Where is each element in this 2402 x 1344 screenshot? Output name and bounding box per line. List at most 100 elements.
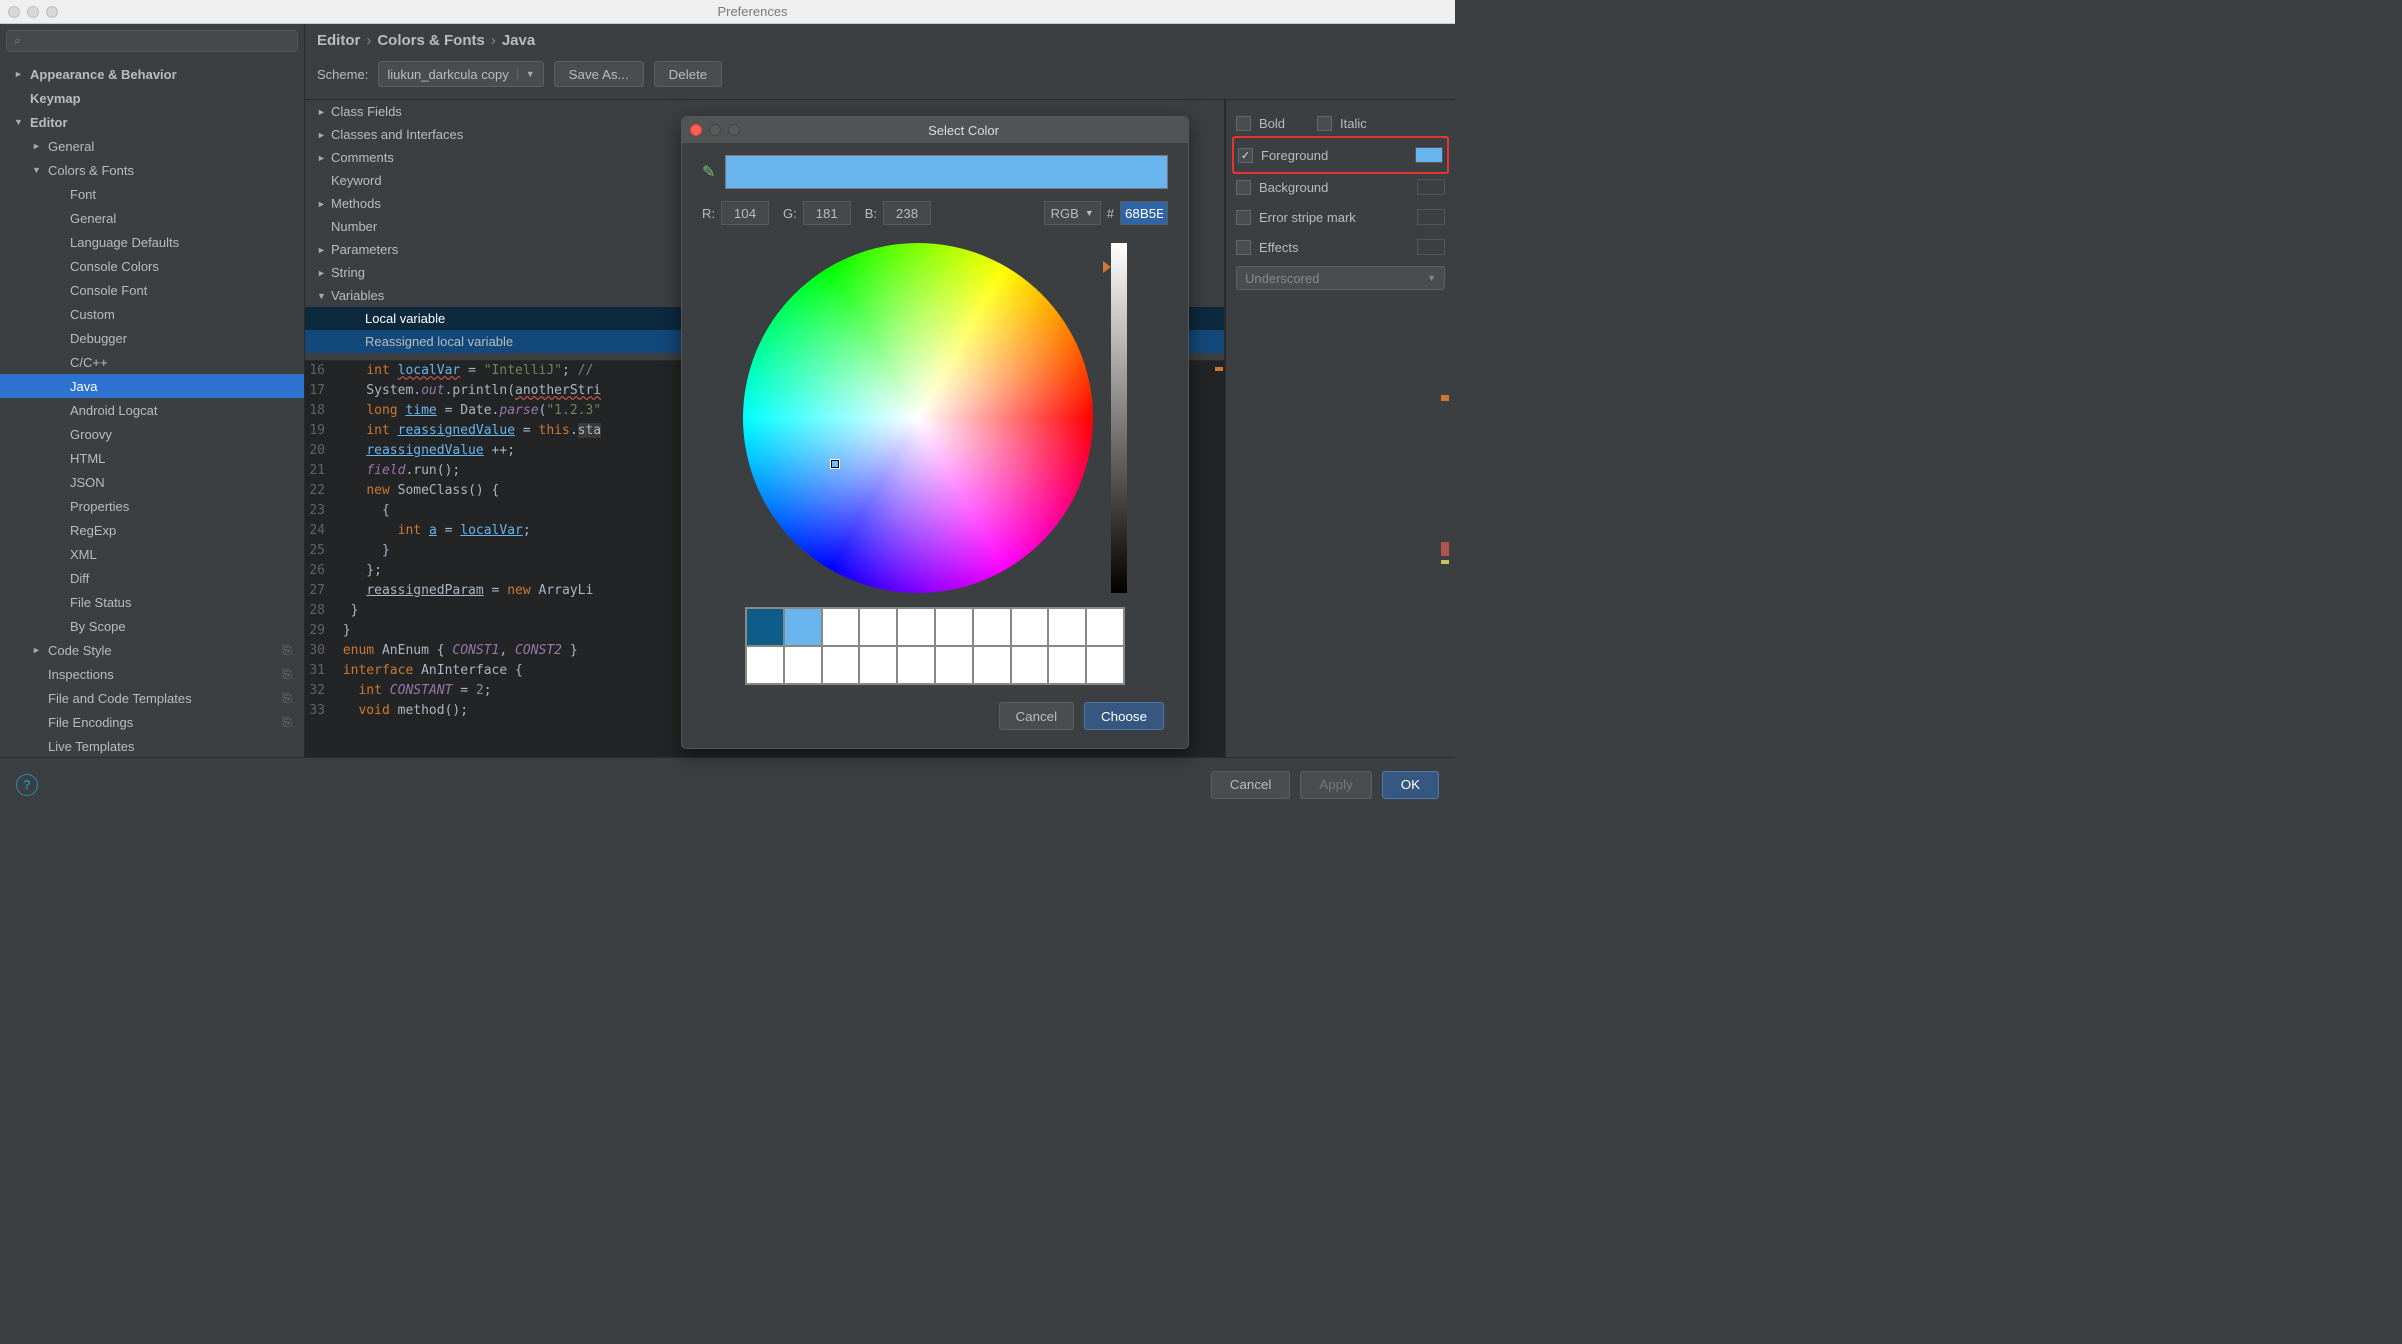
- color-wheel[interactable]: [743, 243, 1093, 593]
- sidebar-item-appearance-behavior[interactable]: ►Appearance & Behavior: [0, 62, 304, 86]
- palette-swatch[interactable]: [822, 646, 860, 684]
- cancel-button[interactable]: Cancel: [1211, 771, 1291, 799]
- effects-checkbox[interactable]: [1236, 240, 1251, 255]
- sidebar-item-groovy[interactable]: Groovy: [0, 422, 304, 446]
- sidebar-item-live-templates[interactable]: Live Templates: [0, 734, 304, 757]
- palette-swatch[interactable]: [897, 608, 935, 646]
- search-input[interactable]: [6, 30, 298, 52]
- sidebar-item-colors-fonts[interactable]: ▼Colors & Fonts: [0, 158, 304, 182]
- sidebar-item-diff[interactable]: Diff: [0, 566, 304, 590]
- palette-swatch[interactable]: [746, 608, 784, 646]
- eyedropper-icon[interactable]: ✎: [702, 162, 715, 182]
- minimize-window-icon[interactable]: [27, 6, 39, 18]
- sidebar-item-debugger[interactable]: Debugger: [0, 326, 304, 350]
- palette-swatch[interactable]: [973, 646, 1011, 684]
- italic-checkbox[interactable]: [1317, 116, 1332, 131]
- palette-swatch[interactable]: [935, 608, 973, 646]
- sidebar-item-label: Live Templates: [48, 739, 134, 754]
- sidebar-item-label: Properties: [70, 499, 129, 514]
- disclosure-arrow-icon: ▼: [14, 117, 26, 127]
- palette-swatch[interactable]: [1048, 646, 1086, 684]
- sidebar-item-html[interactable]: HTML: [0, 446, 304, 470]
- apply-button[interactable]: Apply: [1300, 771, 1371, 799]
- brightness-slider[interactable]: [1111, 243, 1127, 593]
- disclosure-arrow-icon: ►: [317, 268, 331, 278]
- background-checkbox[interactable]: [1236, 180, 1251, 195]
- sidebar-item-android-logcat[interactable]: Android Logcat: [0, 398, 304, 422]
- sidebar-item-language-defaults[interactable]: Language Defaults: [0, 230, 304, 254]
- sidebar-item-c-c-[interactable]: C/C++: [0, 350, 304, 374]
- palette-swatch[interactable]: [784, 608, 822, 646]
- bold-checkbox[interactable]: [1236, 116, 1251, 131]
- sidebar-item-label: By Scope: [70, 619, 126, 634]
- picker-cancel-button[interactable]: Cancel: [999, 702, 1075, 730]
- sidebar-item-file-status[interactable]: File Status: [0, 590, 304, 614]
- minimize-icon[interactable]: [709, 124, 721, 136]
- error-stripe-checkbox[interactable]: [1236, 210, 1251, 225]
- palette-swatch[interactable]: [973, 608, 1011, 646]
- foreground-checkbox[interactable]: [1238, 148, 1253, 163]
- picker-choose-button[interactable]: Choose: [1084, 702, 1164, 730]
- sidebar-item-label: Language Defaults: [70, 235, 179, 250]
- attribute-options-panel: Bold Italic Foreground Background: [1225, 100, 1455, 757]
- sidebar-item-console-font[interactable]: Console Font: [0, 278, 304, 302]
- foreground-swatch[interactable]: [1415, 147, 1443, 163]
- sidebar-item-properties[interactable]: Properties: [0, 494, 304, 518]
- r-input[interactable]: [721, 201, 769, 225]
- color-palette: [745, 607, 1125, 685]
- color-wheel-marker[interactable]: [831, 460, 839, 468]
- palette-swatch[interactable]: [746, 646, 784, 684]
- sidebar-item-by-scope[interactable]: By Scope: [0, 614, 304, 638]
- error-stripe-swatch[interactable]: [1417, 209, 1445, 225]
- copy-icon: ⎘: [282, 643, 292, 658]
- palette-swatch[interactable]: [784, 646, 822, 684]
- sidebar-item-general[interactable]: General: [0, 206, 304, 230]
- sidebar-item-font[interactable]: Font: [0, 182, 304, 206]
- hex-input[interactable]: [1120, 201, 1168, 225]
- g-input[interactable]: [803, 201, 851, 225]
- close-window-icon[interactable]: [8, 6, 20, 18]
- palette-swatch[interactable]: [935, 646, 973, 684]
- foreground-label: Foreground: [1261, 148, 1328, 163]
- save-as-button[interactable]: Save As...: [554, 61, 644, 87]
- minimap-mark: [1441, 560, 1449, 564]
- sidebar-item-xml[interactable]: XML: [0, 542, 304, 566]
- sidebar-item-general[interactable]: ►General: [0, 134, 304, 158]
- sidebar-item-label: Colors & Fonts: [48, 163, 134, 178]
- zoom-icon[interactable]: [728, 124, 740, 136]
- sidebar-item-label: File and Code Templates: [48, 691, 192, 706]
- palette-swatch[interactable]: [1048, 608, 1086, 646]
- sidebar-item-json[interactable]: JSON: [0, 470, 304, 494]
- sidebar-item-console-colors[interactable]: Console Colors: [0, 254, 304, 278]
- b-input[interactable]: [883, 201, 931, 225]
- scheme-dropdown[interactable]: liukun_darkcula copy▼: [378, 61, 543, 87]
- palette-swatch[interactable]: [897, 646, 935, 684]
- sidebar-item-custom[interactable]: Custom: [0, 302, 304, 326]
- sidebar-item-keymap[interactable]: Keymap: [0, 86, 304, 110]
- sidebar-item-label: XML: [70, 547, 97, 562]
- palette-swatch[interactable]: [1011, 608, 1049, 646]
- sidebar-item-inspections[interactable]: Inspections⎘: [0, 662, 304, 686]
- color-format-dropdown[interactable]: RGB▼: [1044, 201, 1101, 225]
- sidebar-item-file-and-code-templates[interactable]: File and Code Templates⎘: [0, 686, 304, 710]
- background-swatch[interactable]: [1417, 179, 1445, 195]
- close-icon[interactable]: [690, 124, 702, 136]
- ok-button[interactable]: OK: [1382, 771, 1439, 799]
- brightness-handle[interactable]: [1103, 261, 1111, 273]
- effects-type-dropdown[interactable]: Underscored▼: [1236, 266, 1445, 290]
- help-button[interactable]: ?: [16, 774, 38, 796]
- palette-swatch[interactable]: [859, 608, 897, 646]
- sidebar-item-editor[interactable]: ▼Editor: [0, 110, 304, 134]
- palette-swatch[interactable]: [1086, 608, 1124, 646]
- palette-swatch[interactable]: [1011, 646, 1049, 684]
- sidebar-item-regexp[interactable]: RegExp: [0, 518, 304, 542]
- sidebar-item-code-style[interactable]: ►Code Style⎘: [0, 638, 304, 662]
- palette-swatch[interactable]: [859, 646, 897, 684]
- palette-swatch[interactable]: [822, 608, 860, 646]
- delete-button[interactable]: Delete: [654, 61, 723, 87]
- sidebar-item-file-encodings[interactable]: File Encodings⎘: [0, 710, 304, 734]
- palette-swatch[interactable]: [1086, 646, 1124, 684]
- effects-swatch[interactable]: [1417, 239, 1445, 255]
- sidebar-item-java[interactable]: Java: [0, 374, 304, 398]
- zoom-window-icon[interactable]: [46, 6, 58, 18]
